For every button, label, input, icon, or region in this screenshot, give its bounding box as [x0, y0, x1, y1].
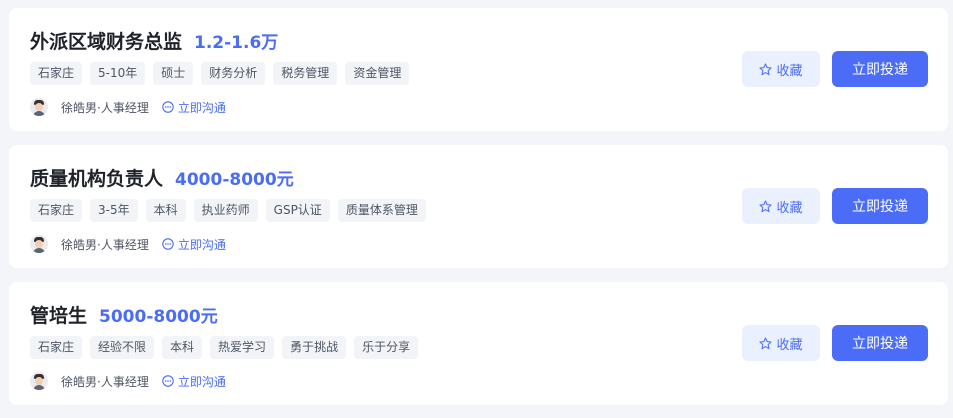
- tag-education: 本科: [145, 199, 186, 222]
- job-title-row: 质量机构负责人 4000-8000元: [30, 164, 294, 190]
- tag-skill: 质量体系管理: [337, 199, 426, 222]
- tag-skill: 热爱学习: [210, 336, 275, 359]
- chat-now-link[interactable]: 立即沟通: [162, 99, 226, 116]
- tag-experience: 经验不限: [90, 336, 155, 359]
- tag-skill: 税务管理: [273, 62, 338, 85]
- tag-skill: GSP认证: [265, 199, 330, 222]
- chat-now-label: 立即沟通: [177, 237, 226, 252]
- star-icon: [759, 336, 773, 349]
- favorite-label: 收藏: [776, 200, 803, 216]
- tag-skill: 勇于挑战: [282, 336, 347, 359]
- tag-skill: 乐于分享: [354, 336, 419, 359]
- tag-skill: 财务分析: [201, 62, 266, 85]
- chat-bubble-icon: [162, 375, 174, 387]
- tag-location: 石家庄: [30, 199, 83, 222]
- job-title[interactable]: 管培生: [30, 301, 87, 328]
- job-tags: 石家庄 3-5年 本科 执业药师 GSP认证 质量体系管理: [30, 199, 426, 222]
- job-title[interactable]: 外派区域财务总监: [30, 27, 182, 54]
- recruiter-name: 徐皓男·人事经理: [61, 374, 149, 389]
- job-title-row: 外派区域财务总监 1.2-1.6万: [30, 27, 278, 53]
- recruiter-name: 徐皓男·人事经理: [61, 237, 149, 252]
- job-tags: 石家庄 5-10年 硕士 财务分析 税务管理 资金管理: [30, 62, 410, 85]
- tag-location: 石家庄: [30, 336, 83, 359]
- favorite-button[interactable]: 收藏: [742, 188, 820, 224]
- tag-education: 硕士: [153, 62, 194, 85]
- chat-now-label: 立即沟通: [177, 374, 226, 389]
- favorite-button[interactable]: 收藏: [742, 51, 820, 87]
- chat-now-link[interactable]: 立即沟通: [162, 373, 226, 390]
- recruiter-avatar: [30, 372, 48, 390]
- apply-button[interactable]: 立即投递: [832, 51, 928, 87]
- chat-now-label: 立即沟通: [177, 100, 226, 115]
- salary: 5000-8000元: [99, 306, 218, 327]
- job-list: 外派区域财务总监 1.2-1.6万 石家庄 5-10年 硕士 财务分析 税务管理…: [0, 0, 953, 418]
- tag-skill: 资金管理: [345, 62, 410, 85]
- apply-button[interactable]: 立即投递: [832, 325, 928, 361]
- favorite-label: 收藏: [776, 337, 803, 353]
- recruiter-row: 徐皓男·人事经理 立即沟通: [30, 97, 226, 117]
- star-icon: [759, 199, 773, 212]
- job-title-row: 管培生 5000-8000元: [30, 301, 218, 327]
- tag-experience: 5-10年: [90, 62, 146, 85]
- tag-experience: 3-5年: [90, 199, 138, 222]
- star-icon: [759, 62, 773, 75]
- chat-now-link[interactable]: 立即沟通: [162, 236, 226, 253]
- job-card[interactable]: 外派区域财务总监 1.2-1.6万 石家庄 5-10年 硕士 财务分析 税务管理…: [9, 8, 948, 131]
- recruiter-avatar: [30, 98, 48, 116]
- recruiter-row: 徐皓男·人事经理 立即沟通: [30, 371, 226, 391]
- job-card[interactable]: 管培生 5000-8000元 石家庄 经验不限 本科 热爱学习 勇于挑战 乐于分…: [9, 282, 948, 405]
- job-tags: 石家庄 经验不限 本科 热爱学习 勇于挑战 乐于分享: [30, 336, 419, 359]
- salary: 4000-8000元: [175, 169, 294, 190]
- job-card[interactable]: 质量机构负责人 4000-8000元 石家庄 3-5年 本科 执业药师 GSP认…: [9, 145, 948, 268]
- chat-bubble-icon: [162, 238, 174, 250]
- job-title[interactable]: 质量机构负责人: [30, 164, 163, 191]
- apply-button[interactable]: 立即投递: [832, 188, 928, 224]
- recruiter-row: 徐皓男·人事经理 立即沟通: [30, 234, 226, 254]
- chat-bubble-icon: [162, 101, 174, 113]
- recruiter-avatar: [30, 235, 48, 253]
- tag-education: 本科: [162, 336, 203, 359]
- tag-skill: 执业药师: [193, 199, 258, 222]
- tag-location: 石家庄: [30, 62, 83, 85]
- recruiter-name: 徐皓男·人事经理: [61, 100, 149, 115]
- favorite-button[interactable]: 收藏: [742, 325, 820, 361]
- favorite-label: 收藏: [776, 63, 803, 79]
- salary: 1.2-1.6万: [194, 32, 279, 53]
